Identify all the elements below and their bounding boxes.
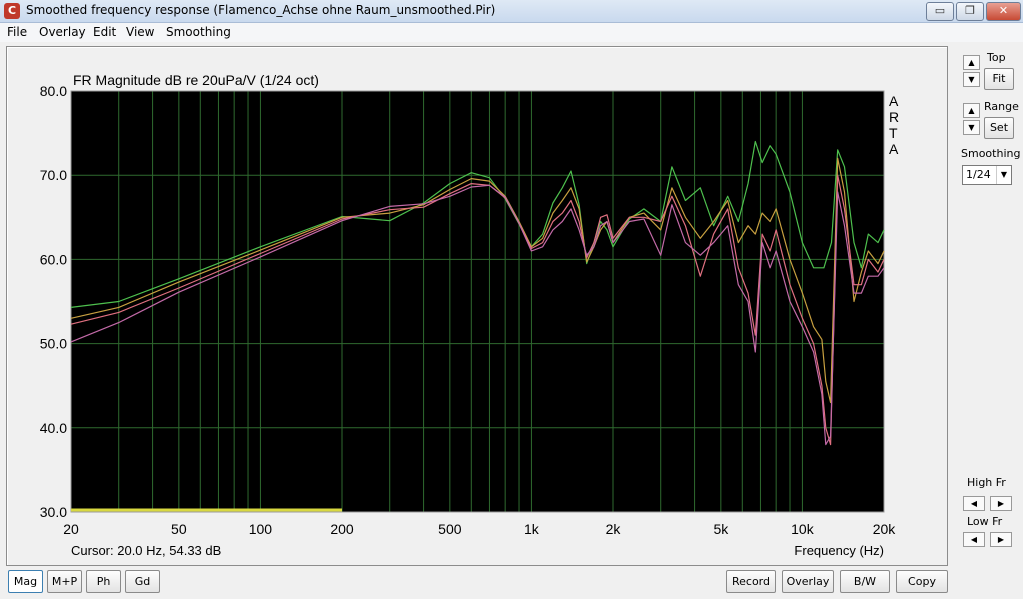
copy-button[interactable]: Copy [896, 570, 948, 593]
x-tick-label: 200 [330, 521, 354, 537]
x-tick-label: 10k [791, 521, 815, 537]
y-tick-label: 60.0 [40, 251, 67, 267]
phase-button[interactable]: Ph [86, 570, 121, 593]
x-tick-label: 2k [606, 521, 622, 537]
x-axis-label: Frequency (Hz) [794, 543, 884, 558]
low-fr-right-button[interactable]: ▶ [990, 532, 1012, 547]
cursor-readout: Cursor: 20.0 Hz, 54.33 dB [71, 543, 221, 558]
smoothing-value: 1/24 [966, 168, 991, 181]
x-tick-label: 5k [713, 521, 729, 537]
x-tick-labels: 20 50 100 200 500 1k 2k 5k 10k 20k [63, 521, 896, 537]
high-fr-right-button[interactable]: ▶ [990, 496, 1012, 511]
mag-phase-button[interactable]: M+P [47, 570, 82, 593]
range-down-button[interactable]: ▼ [963, 120, 980, 135]
group-delay-button[interactable]: Gd [125, 570, 160, 593]
mag-button[interactable]: Mag [8, 570, 43, 593]
chart-title: FR Magnitude dB re 20uPa/V (1/24 oct) [73, 72, 319, 88]
record-button[interactable]: Record [726, 570, 776, 593]
high-fr-left-button[interactable]: ◀ [963, 496, 985, 511]
y-tick-label: 40.0 [40, 420, 67, 436]
arta-watermark-r: R [889, 109, 899, 125]
smoothing-label: Smoothing [961, 147, 1021, 160]
x-tick-label: 20 [63, 521, 79, 537]
high-fr-label: High Fr [967, 476, 1006, 489]
chevron-down-icon: ▼ [996, 166, 1011, 184]
overlay-button[interactable]: Overlay [782, 570, 834, 593]
x-tick-label: 100 [249, 521, 273, 537]
x-tick-label: 500 [438, 521, 462, 537]
top-down-button[interactable]: ▼ [963, 72, 980, 87]
frequency-response-chart[interactable]: FR Magnitude dB re 20uPa/V (1/24 oct) 20… [0, 0, 1023, 599]
range-label: Range [984, 100, 1019, 113]
x-tick-label: 50 [171, 521, 187, 537]
arta-watermark-a1: A [889, 93, 899, 109]
x-tick-label: 1k [524, 521, 540, 537]
y-tick-labels: 30.0 40.0 50.0 60.0 70.0 80.0 [40, 83, 67, 520]
y-tick-label: 80.0 [40, 83, 67, 99]
top-label: Top [987, 51, 1006, 64]
low-fr-label: Low Fr [967, 515, 1003, 528]
bw-button[interactable]: B/W [840, 570, 890, 593]
top-up-button[interactable]: ▲ [963, 55, 980, 70]
arta-watermark-t: T [889, 125, 898, 141]
plot-area[interactable] [71, 91, 884, 512]
range-up-button[interactable]: ▲ [963, 103, 980, 118]
arta-watermark-a2: A [889, 141, 899, 157]
smoothing-select[interactable]: 1/24 ▼ [962, 165, 1012, 185]
y-tick-label: 30.0 [40, 504, 67, 520]
low-fr-left-button[interactable]: ◀ [963, 532, 985, 547]
y-tick-label: 70.0 [40, 167, 67, 183]
fit-button[interactable]: Fit [984, 68, 1014, 90]
x-tick-label: 20k [873, 521, 897, 537]
y-tick-label: 50.0 [40, 336, 67, 352]
set-button[interactable]: Set [984, 117, 1014, 139]
